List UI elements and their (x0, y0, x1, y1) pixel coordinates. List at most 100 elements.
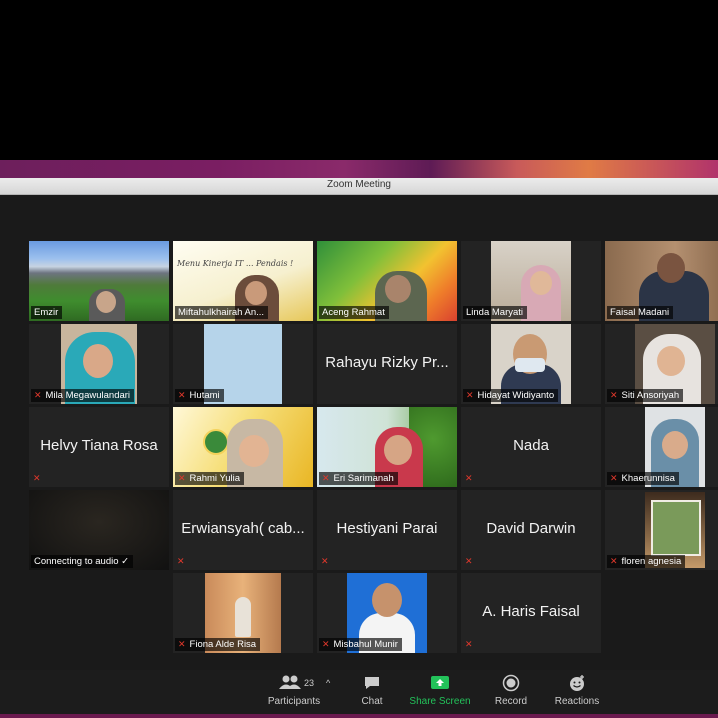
name-tile-helvy-tiana-rosa[interactable]: Helvy Tiana Rosa ✕ (29, 407, 169, 487)
participant-face (239, 435, 269, 467)
participant-face (83, 344, 113, 378)
participant-name-label: ✕ Misbahul Munir (319, 638, 402, 651)
video-tile-miftahulkhairah[interactable]: Menu Kinerja IT ... Pendais ! Miftahulkh… (173, 241, 313, 321)
participant-name-label: ✕ Hutami (175, 389, 224, 402)
gallery-view: Emzir Menu Kinerja IT ... Pendais ! Mift… (0, 195, 718, 670)
desktop-wallpaper (0, 160, 718, 178)
reactions-icon (550, 674, 604, 692)
person-figure (235, 597, 251, 637)
muted-mic-icon: ✕ (178, 473, 186, 483)
participant-display-name: A. Haris Faisal (482, 603, 580, 620)
participant-name-label: ✕ Khaerunnisa (607, 472, 679, 485)
reactions-label: Reactions (554, 696, 600, 707)
participant-display-name: David Darwin (486, 520, 576, 537)
share-screen-button[interactable]: Share Screen (404, 674, 476, 707)
participant-name-label: ✕ Siti Ansoriyah (607, 389, 684, 402)
muted-mic-icon: ✕ (178, 390, 186, 400)
name-tile-rahayu-rizky[interactable]: Rahayu Rizky Pr... (317, 324, 457, 404)
video-tile-faisal-madani[interactable]: Faisal Madani (605, 241, 718, 321)
video-tile-connecting[interactable]: Connecting to audio ✓ (29, 490, 169, 570)
participant-name-label: ✕ Eri Sarimanah (319, 472, 398, 485)
record-icon (490, 674, 532, 692)
muted-mic-icon: ✕ (178, 639, 186, 649)
participant-face (96, 291, 116, 313)
participant-display-name: Helvy Tiana Rosa (40, 437, 158, 454)
window-title: Zoom Meeting (327, 179, 391, 190)
record-button[interactable]: Record (490, 674, 532, 707)
name-tile-erwiansyah[interactable]: Erwiansyah( cab... ✕ (173, 490, 313, 570)
logo-circle (203, 429, 229, 455)
chat-button[interactable]: Chat (352, 674, 392, 707)
muted-mic-icon: ✕ (610, 390, 618, 400)
video-tile-hidayat-widiyanto[interactable]: ✕ Hidayat Widiyanto (461, 324, 601, 404)
participants-icon (262, 674, 326, 692)
participant-face (384, 435, 412, 465)
check-icon: ✓ (121, 556, 130, 567)
video-tile-fiona-alde-risa[interactable]: ✕ Fiona Alde Risa (173, 573, 313, 653)
participant-name-label: Emzir (31, 306, 63, 319)
photo-frame (651, 500, 701, 556)
participant-display-name: Nada (513, 437, 549, 454)
video-tile-hutami[interactable]: ✕ Hutami (173, 324, 313, 404)
video-tile-siti-ansoriyah[interactable]: ✕ Siti Ansoriyah (605, 324, 718, 404)
video-tile-khaerunnisa[interactable]: ✕ Khaerunnisa (605, 407, 718, 487)
name-tile-david-darwin[interactable]: David Darwin ✕ (461, 490, 601, 570)
participant-face (657, 346, 685, 376)
name-tile-nada[interactable]: Nada ✕ (461, 407, 601, 487)
record-label: Record (494, 696, 528, 707)
window-titlebar[interactable]: Zoom Meeting (0, 178, 718, 195)
muted-mic-icon: ✕ (322, 639, 330, 649)
video-tile-misbahul-munir[interactable]: ✕ Misbahul Munir (317, 573, 457, 653)
participants-button[interactable]: 23 Participants (262, 674, 326, 707)
muted-mic-icon: ✕ (177, 556, 185, 566)
name-tile-hestiyani-parai[interactable]: Hestiyani Parai ✕ (317, 490, 457, 570)
video-tile-eri-sarimanah[interactable]: ✕ Eri Sarimanah (317, 407, 457, 487)
muted-mic-icon: ✕ (322, 473, 330, 483)
participant-name-label: Linda Maryati (463, 306, 528, 319)
share-screen-label: Share Screen (409, 696, 471, 707)
participant-face (372, 583, 402, 617)
name-tile-a-haris-faisal[interactable]: A. Haris Faisal ✕ (461, 573, 601, 653)
participant-face (245, 281, 267, 305)
participant-name-label: Miftahulkhairah An... (175, 306, 269, 319)
reactions-button[interactable]: Reactions (550, 674, 604, 707)
face-mask (515, 358, 545, 372)
meeting-toolbar: 23 Participants ^ Chat Share Screen Reco… (0, 670, 718, 718)
participant-display-name: Erwiansyah( cab... (181, 520, 305, 537)
participant-name-label: ✕ Fiona Alde Risa (175, 638, 261, 651)
participant-name-label: Faisal Madani (607, 306, 674, 319)
video-tile-floren-agnesia[interactable]: ✕ floren agnesia (605, 490, 718, 570)
muted-mic-icon: ✕ (466, 390, 474, 400)
participant-face (385, 275, 411, 303)
muted-mic-icon: ✕ (321, 556, 329, 566)
muted-mic-icon: ✕ (465, 473, 473, 483)
video-tile-rahmi-yulia[interactable]: ✕ Rahmi Yulia (173, 407, 313, 487)
participant-name-label: ✕ Mila Megawulandari (31, 389, 135, 402)
muted-mic-icon: ✕ (34, 390, 42, 400)
participant-display-name: Hestiyani Parai (336, 520, 438, 537)
chat-label: Chat (361, 696, 383, 707)
participants-count: 23 (304, 678, 315, 688)
video-tile-mila-megawulandari[interactable]: ✕ Mila Megawulandari (29, 324, 169, 404)
muted-mic-icon: ✕ (465, 639, 473, 649)
video-tile-linda-maryati[interactable]: Linda Maryati (461, 241, 601, 321)
participant-name-label: Aceng Rahmat (319, 306, 389, 319)
participant-name-label: ✕ Rahmi Yulia (175, 472, 245, 485)
top-black-area (0, 0, 718, 160)
participant-face (530, 271, 552, 295)
muted-mic-icon: ✕ (610, 473, 618, 483)
participant-name-label: ✕ Hidayat Widiyanto (463, 389, 559, 402)
muted-mic-icon: ✕ (33, 473, 41, 483)
chat-icon (352, 674, 392, 692)
muted-mic-icon: ✕ (465, 556, 473, 566)
share-screen-icon (404, 674, 476, 692)
participant-name-label: ✕ floren agnesia (607, 555, 686, 568)
connecting-audio-label: Connecting to audio ✓ (31, 555, 134, 568)
participants-label: Participants (267, 696, 321, 707)
video-tile-emzir[interactable]: Emzir (29, 241, 169, 321)
desktop-wallpaper-bottom (0, 714, 718, 718)
participant-face (662, 431, 688, 459)
video-tile-aceng-rahmat[interactable]: Aceng Rahmat (317, 241, 457, 321)
participants-caret-icon[interactable]: ^ (326, 678, 330, 688)
muted-mic-icon: ✕ (610, 556, 618, 566)
